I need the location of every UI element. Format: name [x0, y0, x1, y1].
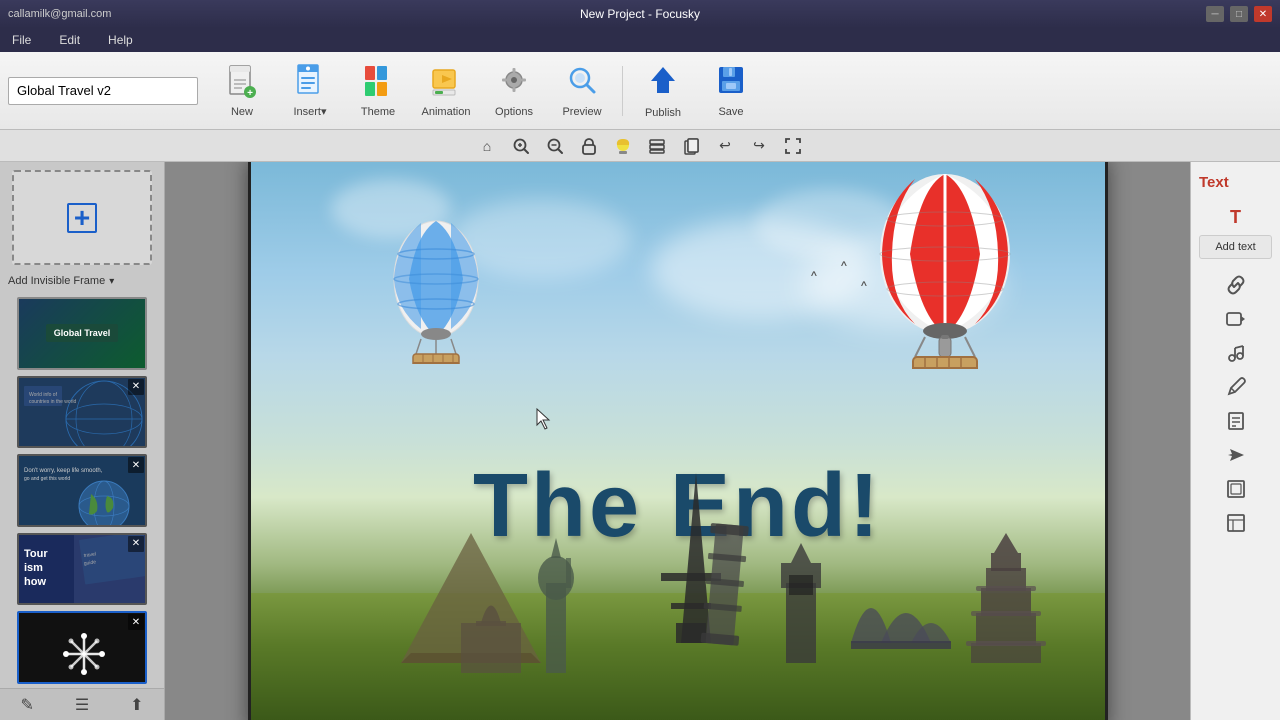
preview-icon: [566, 64, 598, 104]
zoom-out-btn[interactable]: [541, 133, 569, 159]
theme-button[interactable]: Theme: [346, 57, 410, 125]
slides-container: Global Travel ✕ World info of: [0, 293, 164, 688]
presentation-canvas[interactable]: ∧ ∧ ∧ ∧ ∧: [248, 162, 1108, 720]
color-btn[interactable]: [609, 133, 637, 159]
frame-icon[interactable]: [1195, 474, 1276, 504]
export-slide-icon[interactable]: ⬆: [130, 695, 143, 715]
main-layout: + Add Invisible Frame ▾ Global Travel ✕: [0, 162, 1280, 720]
slide-item[interactable]: ✕ Tour ism how travel guide: [17, 533, 147, 606]
animation-label: Animation: [422, 106, 471, 118]
frame2-icon[interactable]: [1195, 508, 1276, 538]
save-icon: [715, 63, 747, 104]
svg-text:ism: ism: [24, 562, 43, 574]
slide-close-btn[interactable]: ✕: [128, 457, 144, 473]
effects-icon[interactable]: [1195, 372, 1276, 402]
slide-close-btn[interactable]: ✕: [128, 536, 144, 552]
red-balloon: [865, 169, 1025, 369]
add-invisible-frame-label: Add Invisible Frame: [8, 275, 105, 287]
landmarks-silhouette: [251, 473, 1108, 673]
slide-close-btn[interactable]: ✕: [128, 379, 144, 395]
canvas-area: ∧ ∧ ∧ ∧ ∧: [165, 162, 1190, 720]
svg-text:Tour: Tour: [24, 548, 48, 560]
slide-3-preview: Don't worry, keep life smooth, go and ge…: [19, 456, 145, 525]
window-title: New Project - Focusky: [580, 7, 700, 21]
close-btn[interactable]: ✕: [1254, 6, 1272, 22]
sidebar-bottom: ✎ ☰ ⬆: [0, 688, 164, 720]
svg-text:how: how: [24, 576, 46, 588]
slide-2-preview: World info of countries in the world: [19, 378, 145, 447]
notes-icon[interactable]: [1195, 406, 1276, 436]
zoom-in-btn[interactable]: [507, 133, 535, 159]
svg-text:Don't worry, keep life smooth,: Don't worry, keep life smooth,: [24, 468, 103, 474]
plane-icon[interactable]: [1195, 440, 1276, 470]
slide-item[interactable]: ✕ World info of countries in the world: [17, 376, 147, 449]
layers-btn[interactable]: [643, 133, 671, 159]
publish-button[interactable]: Publish: [631, 57, 695, 125]
insert-button[interactable]: Insert▾: [278, 57, 342, 125]
slide-item[interactable]: Global Travel: [17, 297, 147, 370]
fullscreen-btn[interactable]: [779, 133, 807, 159]
insert-label: Insert▾: [293, 105, 326, 118]
project-name-input[interactable]: [8, 77, 198, 105]
minimize-btn[interactable]: ─: [1206, 6, 1224, 22]
add-invisible-frame-btn[interactable]: Add Invisible Frame ▾: [0, 273, 164, 293]
maximize-btn[interactable]: □: [1230, 6, 1248, 22]
options-button[interactable]: Options: [482, 57, 546, 125]
svg-text:World info of: World info of: [29, 392, 58, 398]
right-panel-title: Text: [1191, 170, 1280, 199]
title-bar: callamilk@gmail.com New Project - Focusk…: [0, 0, 1280, 28]
slide-item[interactable]: ✕ Don't worry, keep life smooth, go and …: [17, 454, 147, 527]
svg-text:go and get this world: go and get this world: [24, 476, 70, 482]
menu-edit[interactable]: Edit: [55, 31, 84, 49]
blue-balloon: [381, 214, 491, 364]
toolbar: + New Insert▾ Them: [0, 52, 1280, 130]
add-text-button[interactable]: Add text: [1199, 235, 1272, 259]
copy-style-btn[interactable]: [677, 133, 705, 159]
svg-text:+: +: [247, 88, 253, 99]
dropdown-arrow-icon: ▾: [109, 276, 114, 287]
redo-btn[interactable]: ↪: [745, 133, 773, 159]
animation-icon: [430, 64, 462, 104]
preview-label: Preview: [562, 106, 601, 118]
slide-1-preview: Global Travel: [19, 299, 145, 368]
menu-help[interactable]: Help: [104, 31, 137, 49]
music-icon[interactable]: [1195, 338, 1276, 368]
edit-pencil-icon[interactable]: ✎: [20, 695, 33, 715]
menu-bar: File Edit Help: [0, 28, 1280, 52]
svg-text:countries in the world: countries in the world: [29, 399, 76, 405]
left-sidebar: + Add Invisible Frame ▾ Global Travel ✕: [0, 162, 165, 720]
publish-icon: [647, 63, 679, 105]
home-btn[interactable]: ⌂: [473, 133, 501, 159]
add-frame-button[interactable]: +: [12, 170, 152, 265]
insert-icon: [294, 63, 326, 103]
user-email: callamilk@gmail.com: [8, 8, 188, 20]
theme-label: Theme: [361, 106, 395, 118]
options-icon: [498, 64, 530, 104]
slide-4-preview: Tour ism how travel guide: [19, 535, 145, 604]
video-icon[interactable]: [1195, 304, 1276, 334]
slide-item[interactable]: ✕: [17, 611, 147, 684]
save-label: Save: [718, 106, 743, 118]
list-view-icon[interactable]: ☰: [75, 695, 89, 715]
new-icon: +: [226, 64, 258, 104]
right-panel: Text T Add text: [1190, 162, 1280, 720]
new-label: New: [231, 106, 253, 118]
theme-icon: [362, 64, 394, 104]
menu-file[interactable]: File: [8, 31, 35, 49]
undo-btn[interactable]: ↩: [711, 133, 739, 159]
slide-close-btn[interactable]: ✕: [128, 614, 144, 630]
toolbar-separator: [622, 66, 623, 116]
text-tool-icon[interactable]: T: [1195, 202, 1276, 232]
lock-btn[interactable]: [575, 133, 603, 159]
link-icon[interactable]: [1195, 270, 1276, 300]
save-button[interactable]: Save: [699, 57, 763, 125]
plus-icon: +: [67, 203, 97, 233]
animation-button[interactable]: Animation: [414, 57, 478, 125]
publish-label: Publish: [645, 107, 681, 119]
options-label: Options: [495, 106, 533, 118]
preview-button[interactable]: Preview: [550, 57, 614, 125]
secondary-toolbar: ⌂ ↩ ↪: [0, 130, 1280, 162]
new-button[interactable]: + New: [210, 57, 274, 125]
slide-5-preview: [19, 613, 145, 682]
